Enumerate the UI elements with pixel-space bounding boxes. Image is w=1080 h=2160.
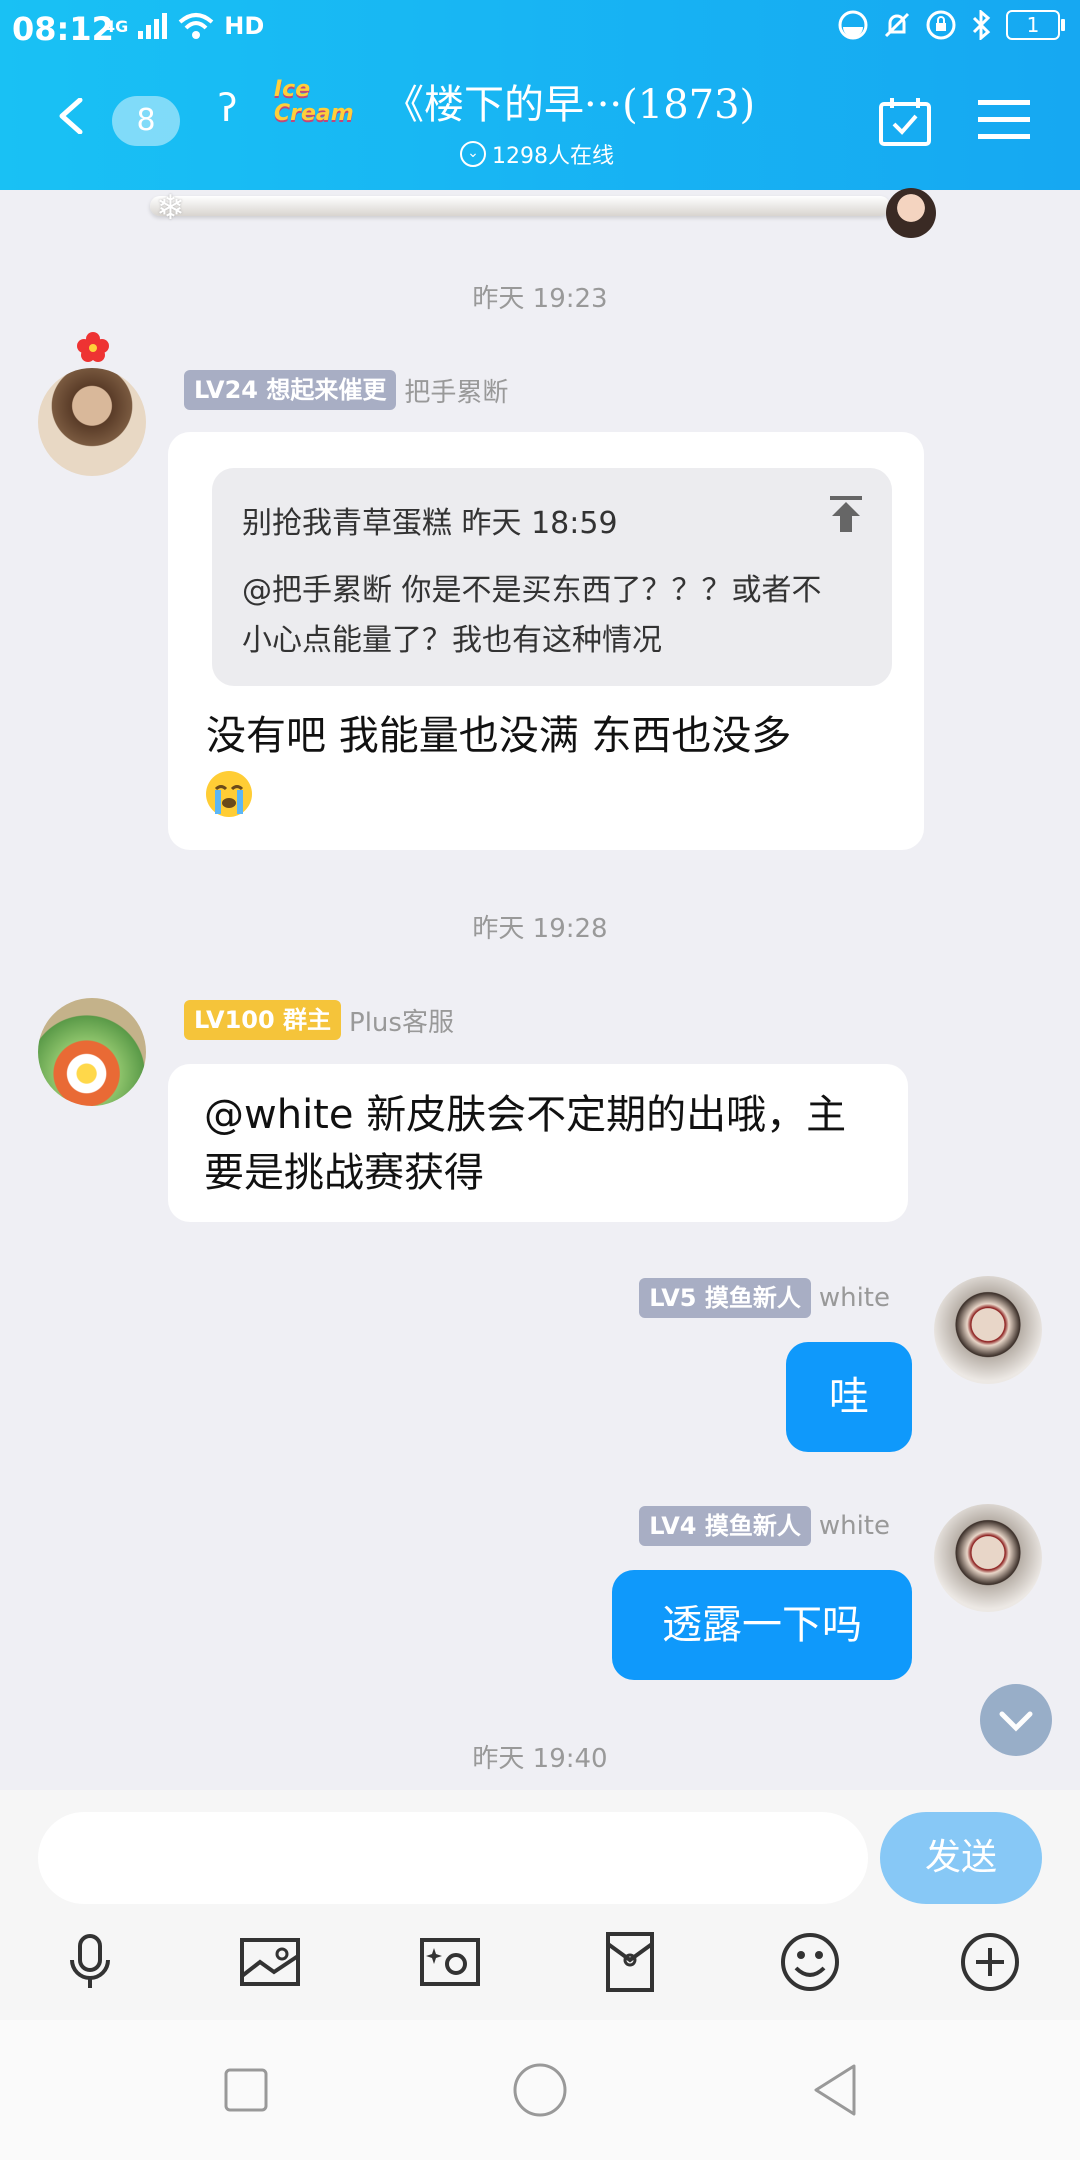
group-logo: Ice Cream [274,77,354,126]
flower-icon [77,332,109,362]
message-text: 哇 [829,1374,869,1420]
home-icon[interactable] [510,2060,570,2120]
status-bar: 08:12 4G HD 1 [0,0,1080,56]
level-badge: LV5 摸鱼新人 [639,1278,811,1318]
level-badge: LV24 想起来催更 [184,370,397,410]
avatar[interactable] [934,1276,1042,1384]
system-nav-bar [0,2020,1080,2160]
camera-icon[interactable] [418,1930,482,1994]
plus-icon[interactable] [958,1930,1022,1994]
title-label: 想起来催更 [266,376,387,404]
ear-icon[interactable]: ʔ [218,86,237,130]
avatar[interactable] [38,998,146,1106]
my-message-bubble[interactable]: 哇 [786,1342,912,1452]
sender-name[interactable]: white [819,1511,890,1541]
title-label: 摸鱼新人 [704,1284,801,1312]
message-meta: LV100 群主 Plus客服 [184,1000,454,1040]
microphone-icon[interactable] [58,1930,122,1994]
emoji-icon[interactable] [778,1930,842,1994]
message-meta: LV24 想起来催更 把手累断 [184,370,508,410]
calendar-check-icon[interactable] [878,96,932,146]
mute-bell-icon [884,12,910,38]
signal-icon [138,13,168,39]
online-count[interactable]: ⌄ 1298人在线 [460,138,614,170]
hd-label: HD [224,12,265,40]
snowflake-icon: ❄ [156,188,185,228]
pinned-banner[interactable] [150,196,890,216]
avatar[interactable] [38,368,146,476]
message-text: 没有吧 我能量也没满 东西也没多 [206,713,792,759]
timestamp: 昨天 19:40 [472,1744,608,1774]
pin-top-icon[interactable] [826,494,866,534]
input-area: 发送 [0,1790,1080,2020]
back-arrow-icon[interactable] [54,98,90,134]
status-icons-left: 4G HD [104,12,264,40]
scroll-to-bottom-button[interactable] [980,1684,1052,1756]
message-text: @white 新皮肤会不定期的出哦，主要是挑战赛获得 [204,1092,847,1196]
chat-header: 08:12 4G HD 1 8 ʔ Ice Cream 《楼下的早···(187… [0,0,1080,190]
sender-name[interactable]: Plus客服 [349,1002,454,1039]
sim-icon [838,10,868,40]
message-text: 透露一下吗 [662,1602,862,1648]
unread-count-badge[interactable]: 8 [112,96,180,146]
red-packet-icon[interactable] [598,1930,662,1994]
title-label: 群主 [283,1006,332,1034]
level-badge: LV4 摸鱼新人 [639,1506,811,1546]
message-bubble[interactable]: @white 新皮肤会不定期的出哦，主要是挑战赛获得 [168,1064,908,1222]
level-label: LV100 [194,1006,275,1034]
chevron-down-icon: ⌄ [460,141,486,167]
sender-name[interactable]: 把手累断 [404,372,508,409]
back-triangle-icon[interactable] [806,2060,866,2120]
timestamp: 昨天 19:28 [472,914,608,944]
online-label: 1298人在线 [492,144,614,169]
image-icon[interactable] [238,1930,302,1994]
my-message-bubble[interactable]: 透露一下吗 [612,1570,912,1680]
level-badge: LV100 群主 [184,1000,342,1040]
chevron-down-icon [999,1711,1033,1732]
level-label: LV4 [649,1512,697,1540]
message-bubble[interactable]: 别抢我青草蛋糕 昨天 18:59 @把手累断 你是不是买东西了？？？或者不小心点… [168,432,924,850]
level-label: LV5 [649,1284,697,1312]
network-label: 4G [104,16,129,36]
recent-apps-icon[interactable] [216,2060,276,2120]
wifi-icon [178,13,214,39]
battery-icon: 1 [1006,10,1065,40]
status-time: 08:12 [12,10,114,48]
timestamp: 昨天 19:23 [472,284,608,314]
message-meta: LV5 摸鱼新人 white [639,1278,890,1318]
title-label: 摸鱼新人 [704,1512,801,1540]
status-icons-right: 1 [838,10,1065,40]
quote-body: @把手累断 你是不是买东西了？？？或者不小心点能量了？我也有这种情况 [242,573,822,658]
quoted-message[interactable]: 别抢我青草蛋糕 昨天 18:59 @把手累断 你是不是买东西了？？？或者不小心点… [212,468,892,686]
bluetooth-icon [972,10,991,40]
crying-emoji-icon [206,771,252,817]
message-meta: LV4 摸鱼新人 white [639,1506,890,1546]
banner-avatar [886,188,936,238]
chat-title[interactable]: 《楼下的早···(1873) [384,72,755,130]
sender-name[interactable]: white [819,1283,890,1313]
send-button[interactable]: 发送 [880,1812,1042,1904]
message-input[interactable] [38,1812,868,1904]
menu-icon[interactable] [978,98,1030,142]
quote-header: 别抢我青草蛋糕 昨天 18:59 [242,506,618,541]
lock-rotate-icon [926,10,956,40]
avatar[interactable] [934,1504,1042,1612]
level-label: LV24 [194,376,258,404]
